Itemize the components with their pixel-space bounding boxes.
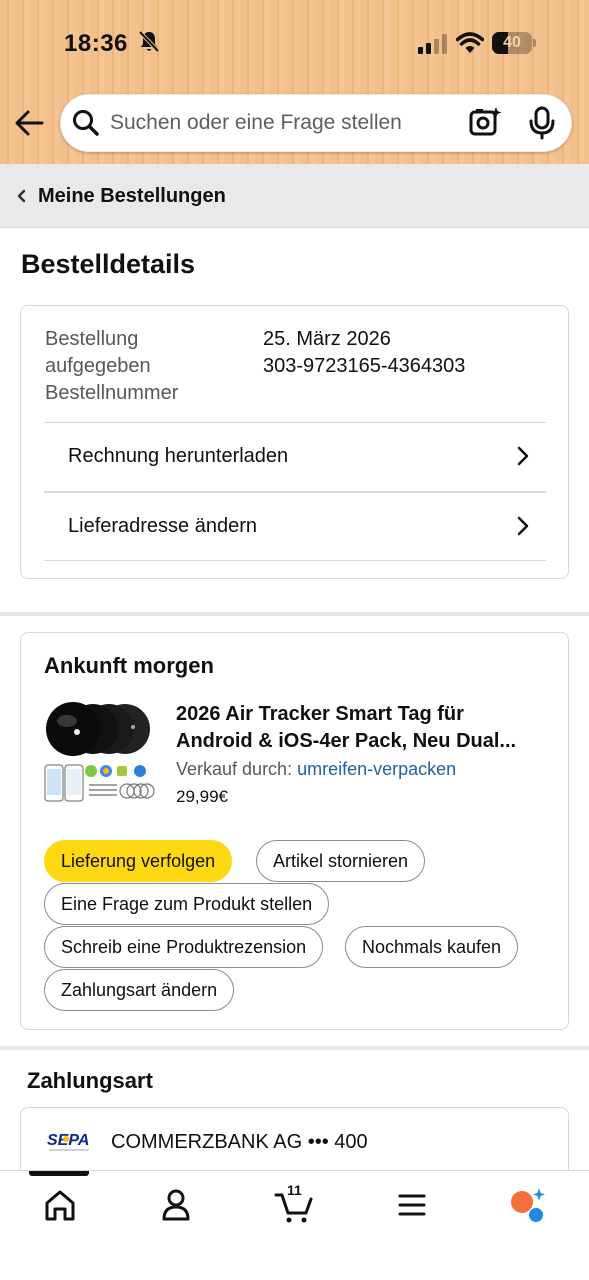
bell-muted-icon (138, 30, 160, 53)
order-number: 303-9723165-4364303 (263, 355, 466, 377)
buy-again-button[interactable]: Nochmals kaufen (345, 926, 519, 968)
write-review-button[interactable]: Schreib eine Produktrezension (44, 926, 324, 968)
product-image[interactable] (43, 699, 155, 805)
payment-method: COMMERZBANK AG ••• 400 (111, 1131, 368, 1153)
download-invoice-link[interactable]: Rechnung herunterladen (44, 422, 546, 490)
product-price: 29,99€ (176, 787, 228, 806)
label-order-number: Bestellnummer (45, 382, 179, 404)
product-title[interactable]: 2026 Air Tracker Smart Tag für Android &… (176, 701, 551, 755)
page-title: Bestelldetails (21, 249, 196, 279)
chevron-right-icon (517, 516, 529, 536)
track-delivery-button[interactable]: Lieferung verfolgen (44, 840, 233, 882)
label-order-placed-1: Bestellung (45, 328, 139, 350)
home-icon[interactable] (40, 1185, 80, 1225)
order-info-card: Bestellung aufgegeben Bestellnummer 25. … (20, 305, 569, 579)
seller-link[interactable]: umreifen-verpacken (297, 759, 456, 779)
search-input[interactable]: Suchen oder eine Frage stellen (60, 94, 572, 152)
payment-heading: Zahlungsart (27, 1068, 153, 1093)
ask-question-button[interactable]: Eine Frage zum Produkt stellen (44, 883, 330, 925)
order-info-values: 25. März 2026 303-9723165-4364303 (263, 326, 465, 380)
cancel-item-button[interactable]: Artikel stornieren (256, 840, 426, 882)
change-payment-button[interactable]: Zahlungsart ändern (44, 969, 235, 1011)
microphone-icon[interactable] (526, 106, 558, 140)
battery-icon: 40 (492, 32, 536, 54)
change-address-label: Lieferadresse ändern (68, 515, 258, 537)
breadcrumb[interactable]: Meine Bestellungen (0, 164, 589, 228)
order-info-labels: Bestellung aufgegeben Bestellnummer (45, 326, 178, 407)
section-divider (0, 612, 589, 616)
cart-count: 11 (287, 1182, 302, 1198)
change-address-link[interactable]: Lieferadresse ändern (44, 491, 546, 559)
battery-level: 40 (503, 34, 521, 51)
section-divider (0, 1046, 589, 1050)
divider (44, 560, 546, 561)
menu-icon[interactable] (392, 1185, 432, 1225)
seller-prefix: Verkauf durch: (176, 759, 293, 779)
product-title-line2: Android & iOS-4er Pack, Neu Dual... (176, 730, 517, 752)
cellular-signal-icon (418, 34, 447, 54)
shipment-heading: Ankunft morgen (44, 653, 214, 678)
wifi-icon (456, 32, 484, 53)
chevron-left-icon (17, 189, 26, 203)
sepa-logo: SEPA (45, 1128, 95, 1156)
shipment-card: Ankunft morgen 2026 Air Tracker Smart Ta… (20, 632, 569, 1030)
camera-search-icon[interactable] (468, 106, 502, 138)
breadcrumb-label: Meine Bestellungen (38, 185, 226, 207)
back-arrow-icon[interactable] (14, 108, 46, 138)
account-icon[interactable] (156, 1185, 196, 1225)
rufus-icon[interactable] (508, 1185, 548, 1225)
search-icon (73, 110, 99, 136)
search-placeholder: Suchen oder eine Frage stellen (110, 111, 402, 134)
download-invoice-label: Rechnung herunterladen (68, 445, 289, 467)
header: 18:36 40 Suchen oder eine Frage stellen (0, 0, 589, 164)
status-time: 18:36 (64, 30, 128, 57)
active-tab-indicator (29, 1171, 89, 1176)
chevron-right-icon (517, 446, 529, 466)
order-date: 25. März 2026 (263, 328, 391, 350)
label-order-placed-2: aufgegeben (45, 355, 151, 377)
product-title-line1: 2026 Air Tracker Smart Tag für (176, 703, 464, 725)
seller-info: Verkauf durch: umreifen-verpacken (176, 759, 456, 780)
tracker-tags (46, 702, 150, 756)
